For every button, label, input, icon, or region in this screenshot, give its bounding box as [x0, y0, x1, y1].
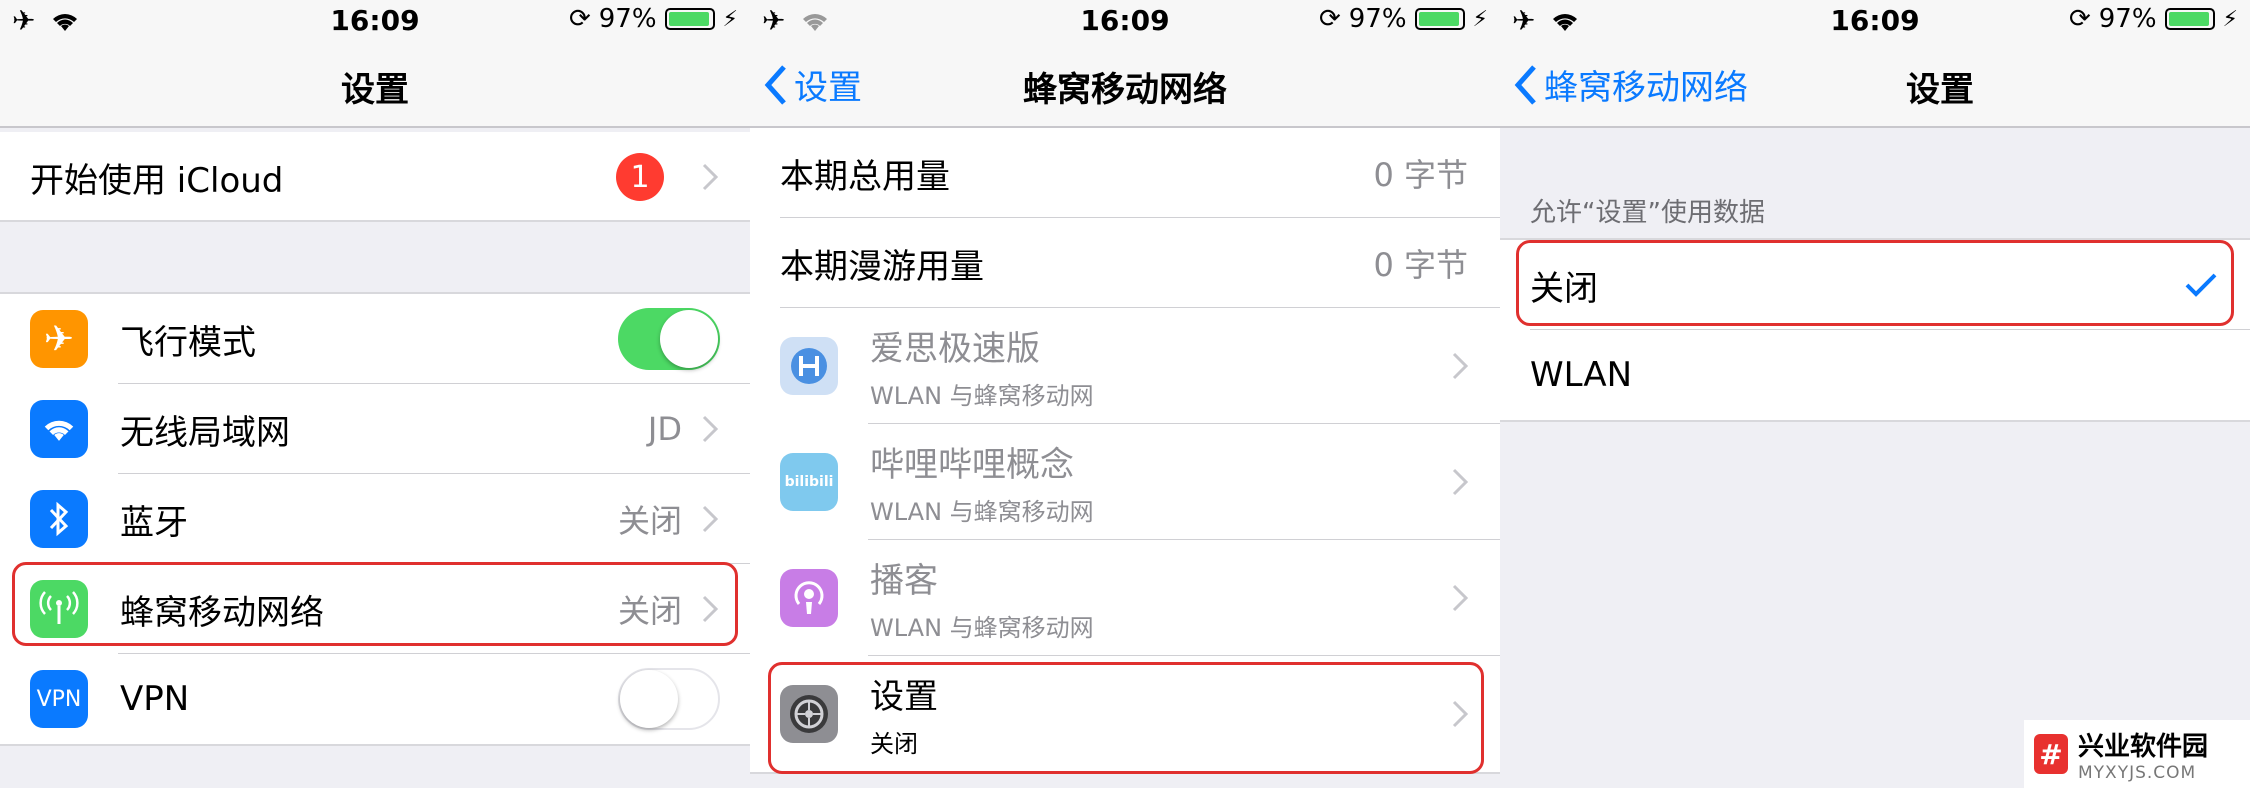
app-row[interactable]: 爱思极速版 WLAN 与蜂窝移动网 — [750, 308, 1500, 424]
highlight-box — [12, 562, 738, 646]
settings-panel: ✈ 16:09 ⟳ 97% ⚡ 设置 开始使用 iCloud 1 ✈ 飞行模式 — [0, 0, 750, 788]
highlight-box — [1516, 240, 2234, 326]
nav-bar: ✈ 16:09 ⟳ 97% ⚡ 设置 — [0, 0, 750, 128]
notification-badge: 1 — [616, 153, 664, 201]
battery-percent: 97% — [1348, 4, 1407, 34]
page-title: 设置 — [1906, 70, 1974, 110]
usage-label: 本期总用量 — [780, 156, 950, 197]
app-subtitle: WLAN 与蜂窝移动网 — [870, 498, 1094, 526]
usage-value: 0 字节 — [1373, 156, 1468, 194]
status-bar: ✈ 16:09 ⟳ 97% ⚡ — [750, 0, 1500, 40]
nav-bar: ✈ 16:09 ⟳ 97% ⚡ 蜂窝移动网络 设置 — [1500, 0, 2250, 128]
screenshot-root: ✈ 16:09 ⟳ 97% ⚡ 设置 开始使用 iCloud 1 ✈ 飞行模式 — [0, 0, 2250, 788]
usage-row: 本期总用量 0 字节 — [750, 128, 1500, 218]
airplane-toggle[interactable] — [618, 308, 720, 370]
airplane-row: ✈ 飞行模式 — [0, 294, 750, 384]
battery-percent: 97% — [2098, 4, 2157, 34]
chevron-right-icon — [1452, 468, 1468, 496]
icloud-row[interactable]: 开始使用 iCloud 1 — [0, 132, 750, 222]
usage-value: 0 字节 — [1373, 246, 1468, 284]
charging-icon: ⚡ — [2222, 6, 2238, 32]
cellular-panel: ✈ 16:09 ⟳ 97% ⚡ 设置 蜂窝移动网络 本期总用量 0 字节 本期漫… — [750, 0, 1500, 788]
vpn-label: VPN — [120, 679, 190, 719]
chevron-right-icon — [1452, 584, 1468, 612]
orientation-lock-icon: ⟳ — [2068, 4, 2091, 34]
highlight-box — [768, 662, 1484, 774]
orientation-lock-icon: ⟳ — [568, 4, 591, 34]
option-row-wlan[interactable]: WLAN — [1500, 330, 2250, 420]
usage-row: 本期漫游用量 0 字节 — [750, 218, 1500, 308]
wifi-label: 无线局域网 — [120, 412, 290, 453]
orientation-lock-icon: ⟳ — [1318, 4, 1341, 34]
podcast-app-icon — [780, 569, 838, 627]
bluetooth-row[interactable]: 蓝牙 关闭 — [0, 474, 750, 564]
wifi-row[interactable]: 无线局域网 JD — [0, 384, 750, 474]
charging-icon: ⚡ — [1472, 6, 1488, 32]
app-subtitle: WLAN 与蜂窝移动网 — [870, 382, 1094, 410]
vpn-row: VPN VPN — [0, 654, 750, 744]
status-right: ⟳ 97% ⚡ — [569, 4, 738, 34]
page-title: 设置 — [341, 70, 409, 110]
app-subtitle: WLAN 与蜂窝移动网 — [870, 614, 1094, 642]
icloud-label: 开始使用 iCloud — [30, 160, 284, 201]
aisi-app-icon — [780, 337, 838, 395]
wifi-icon — [30, 400, 88, 458]
app-row[interactable]: 播客 WLAN 与蜂窝移动网 — [750, 540, 1500, 656]
status-bar: ✈ 16:09 ⟳ 97% ⚡ — [0, 0, 750, 40]
usage-label: 本期漫游用量 — [780, 246, 984, 287]
vpn-toggle[interactable] — [618, 668, 720, 730]
chevron-left-icon — [1514, 64, 1536, 105]
status-right: ⟳ 97% ⚡ — [1319, 4, 1488, 34]
bluetooth-label: 蓝牙 — [120, 502, 188, 543]
watermark-name: 兴业软件园 — [2078, 731, 2209, 762]
charging-icon: ⚡ — [722, 6, 738, 32]
app-data-panel: ✈ 16:09 ⟳ 97% ⚡ 蜂窝移动网络 设置 允许“设置”使用数据 关闭 … — [1500, 0, 2250, 788]
chevron-right-icon — [1452, 352, 1468, 380]
section-header: 允许“设置”使用数据 — [1530, 198, 1765, 228]
option-label: WLAN — [1530, 355, 1633, 395]
chevron-right-icon — [702, 505, 718, 533]
vpn-icon: VPN — [30, 670, 88, 728]
nav-bar: ✈ 16:09 ⟳ 97% ⚡ 设置 蜂窝移动网络 — [750, 0, 1500, 128]
battery-percent: 97% — [598, 4, 657, 34]
app-name: 爱思极速版 — [870, 329, 1040, 369]
status-bar: ✈ 16:09 ⟳ 97% ⚡ — [1500, 0, 2250, 40]
battery-icon — [2164, 8, 2215, 30]
airplane-label: 飞行模式 — [120, 322, 256, 363]
settings-group: ✈ 飞行模式 无线局域网 JD 蓝牙 关闭 蜂窝移动网络 关闭 VPN VPN — [0, 292, 750, 746]
watermark: # 兴业软件园 MYXYJS.COM — [2024, 720, 2250, 788]
bilibili-app-icon: bilibili — [780, 453, 838, 511]
battery-icon — [1414, 8, 1465, 30]
wifi-value: JD — [647, 410, 682, 448]
app-name: 哔哩哔哩概念 — [870, 445, 1074, 485]
app-row[interactable]: bilibili 哔哩哔哩概念 WLAN 与蜂窝移动网 — [750, 424, 1500, 540]
watermark-logo: # — [2034, 734, 2068, 774]
airplane-icon: ✈ — [30, 310, 88, 368]
watermark-url: MYXYJS.COM — [2078, 762, 2197, 783]
bluetooth-icon — [30, 490, 88, 548]
app-name: 播客 — [870, 561, 938, 601]
chevron-right-icon — [702, 163, 718, 191]
bluetooth-value: 关闭 — [617, 502, 682, 540]
chevron-right-icon — [702, 415, 718, 443]
battery-icon — [664, 8, 715, 30]
page-title: 蜂窝移动网络 — [1023, 70, 1227, 110]
status-right: ⟳ 97% ⚡ — [2069, 4, 2238, 34]
icloud-group: 开始使用 iCloud 1 — [0, 132, 750, 222]
